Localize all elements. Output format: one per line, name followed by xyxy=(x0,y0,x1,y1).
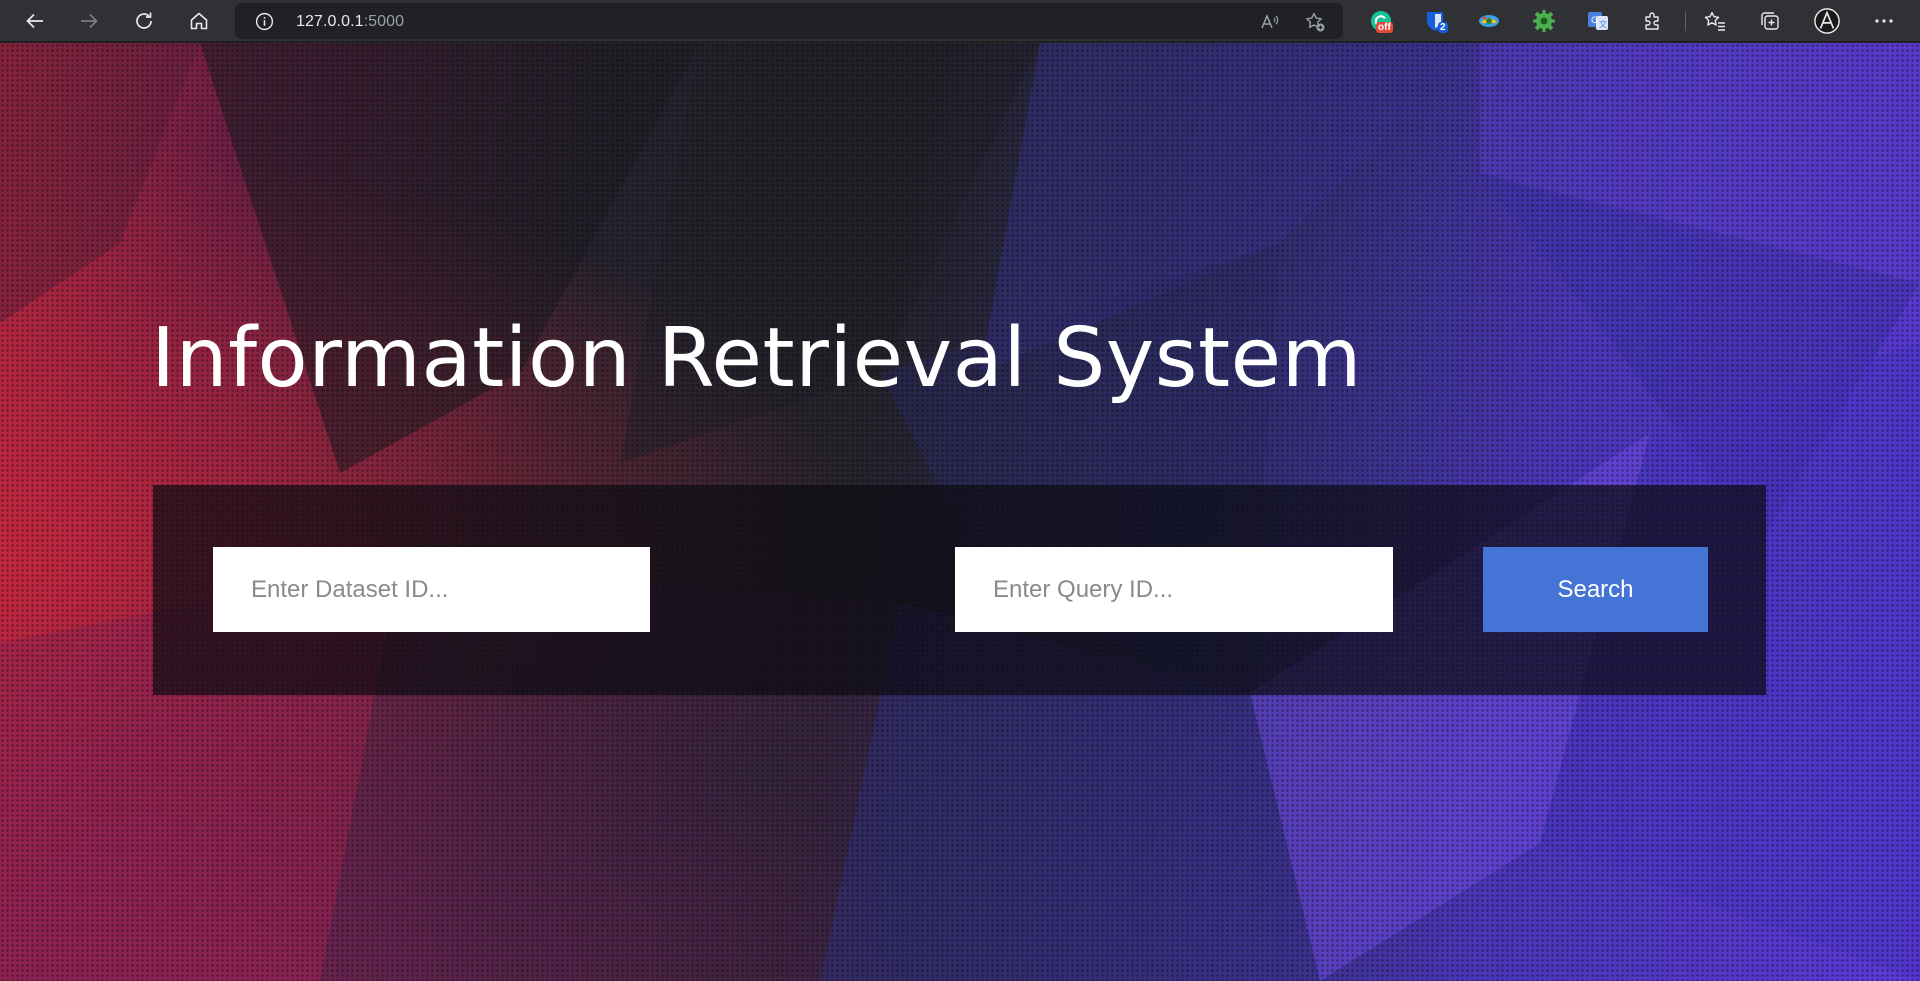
url-text[interactable]: 127.0.0.1:5000 xyxy=(296,13,404,31)
gear-extension[interactable] xyxy=(1531,8,1557,34)
search-button[interactable]: Search xyxy=(1483,547,1708,632)
browser-toolbar: 127.0.0.1:5000 off 2 G文 xyxy=(0,0,1920,42)
bitwarden-extension[interactable]: 2 xyxy=(1422,8,1448,34)
read-aloud-icon[interactable] xyxy=(1259,11,1281,33)
favorites-icon[interactable] xyxy=(1702,8,1728,34)
toolbar-divider xyxy=(1685,11,1686,31)
extension-badge: off xyxy=(1376,22,1393,33)
color-extension[interactable] xyxy=(1476,8,1502,34)
query-id-input[interactable] xyxy=(955,547,1393,632)
translate-icon: G文 xyxy=(1588,12,1608,30)
page-title: Information Retrieval System xyxy=(151,311,1362,406)
url-port: :5000 xyxy=(363,13,405,30)
translate-extension[interactable]: G文 xyxy=(1585,8,1611,34)
gear-icon xyxy=(1533,10,1555,32)
collections-icon[interactable] xyxy=(1757,8,1783,34)
add-favorite-icon[interactable] xyxy=(1304,11,1326,33)
info-icon[interactable] xyxy=(255,12,274,31)
address-bar[interactable]: 127.0.0.1:5000 xyxy=(235,3,1343,39)
search-panel: Search xyxy=(153,485,1766,695)
refresh-icon[interactable] xyxy=(127,4,161,38)
url-host: 127.0.0.1 xyxy=(296,13,364,30)
forward-arrow-icon[interactable] xyxy=(72,4,106,38)
extension-badge: 2 xyxy=(1438,22,1448,33)
svg-text:G: G xyxy=(1591,16,1598,26)
svg-text:文: 文 xyxy=(1599,19,1607,29)
page-viewport: Information Retrieval System Search xyxy=(0,43,1920,981)
grammarly-extension[interactable]: off xyxy=(1368,8,1394,34)
puzzle-icon[interactable] xyxy=(1640,8,1666,34)
profile-icon[interactable] xyxy=(1814,8,1840,34)
home-icon[interactable] xyxy=(182,4,216,38)
eye-color-icon xyxy=(1479,15,1499,27)
back-arrow-icon[interactable] xyxy=(18,4,52,38)
dataset-id-input[interactable] xyxy=(213,547,650,632)
more-icon[interactable] xyxy=(1871,8,1897,34)
